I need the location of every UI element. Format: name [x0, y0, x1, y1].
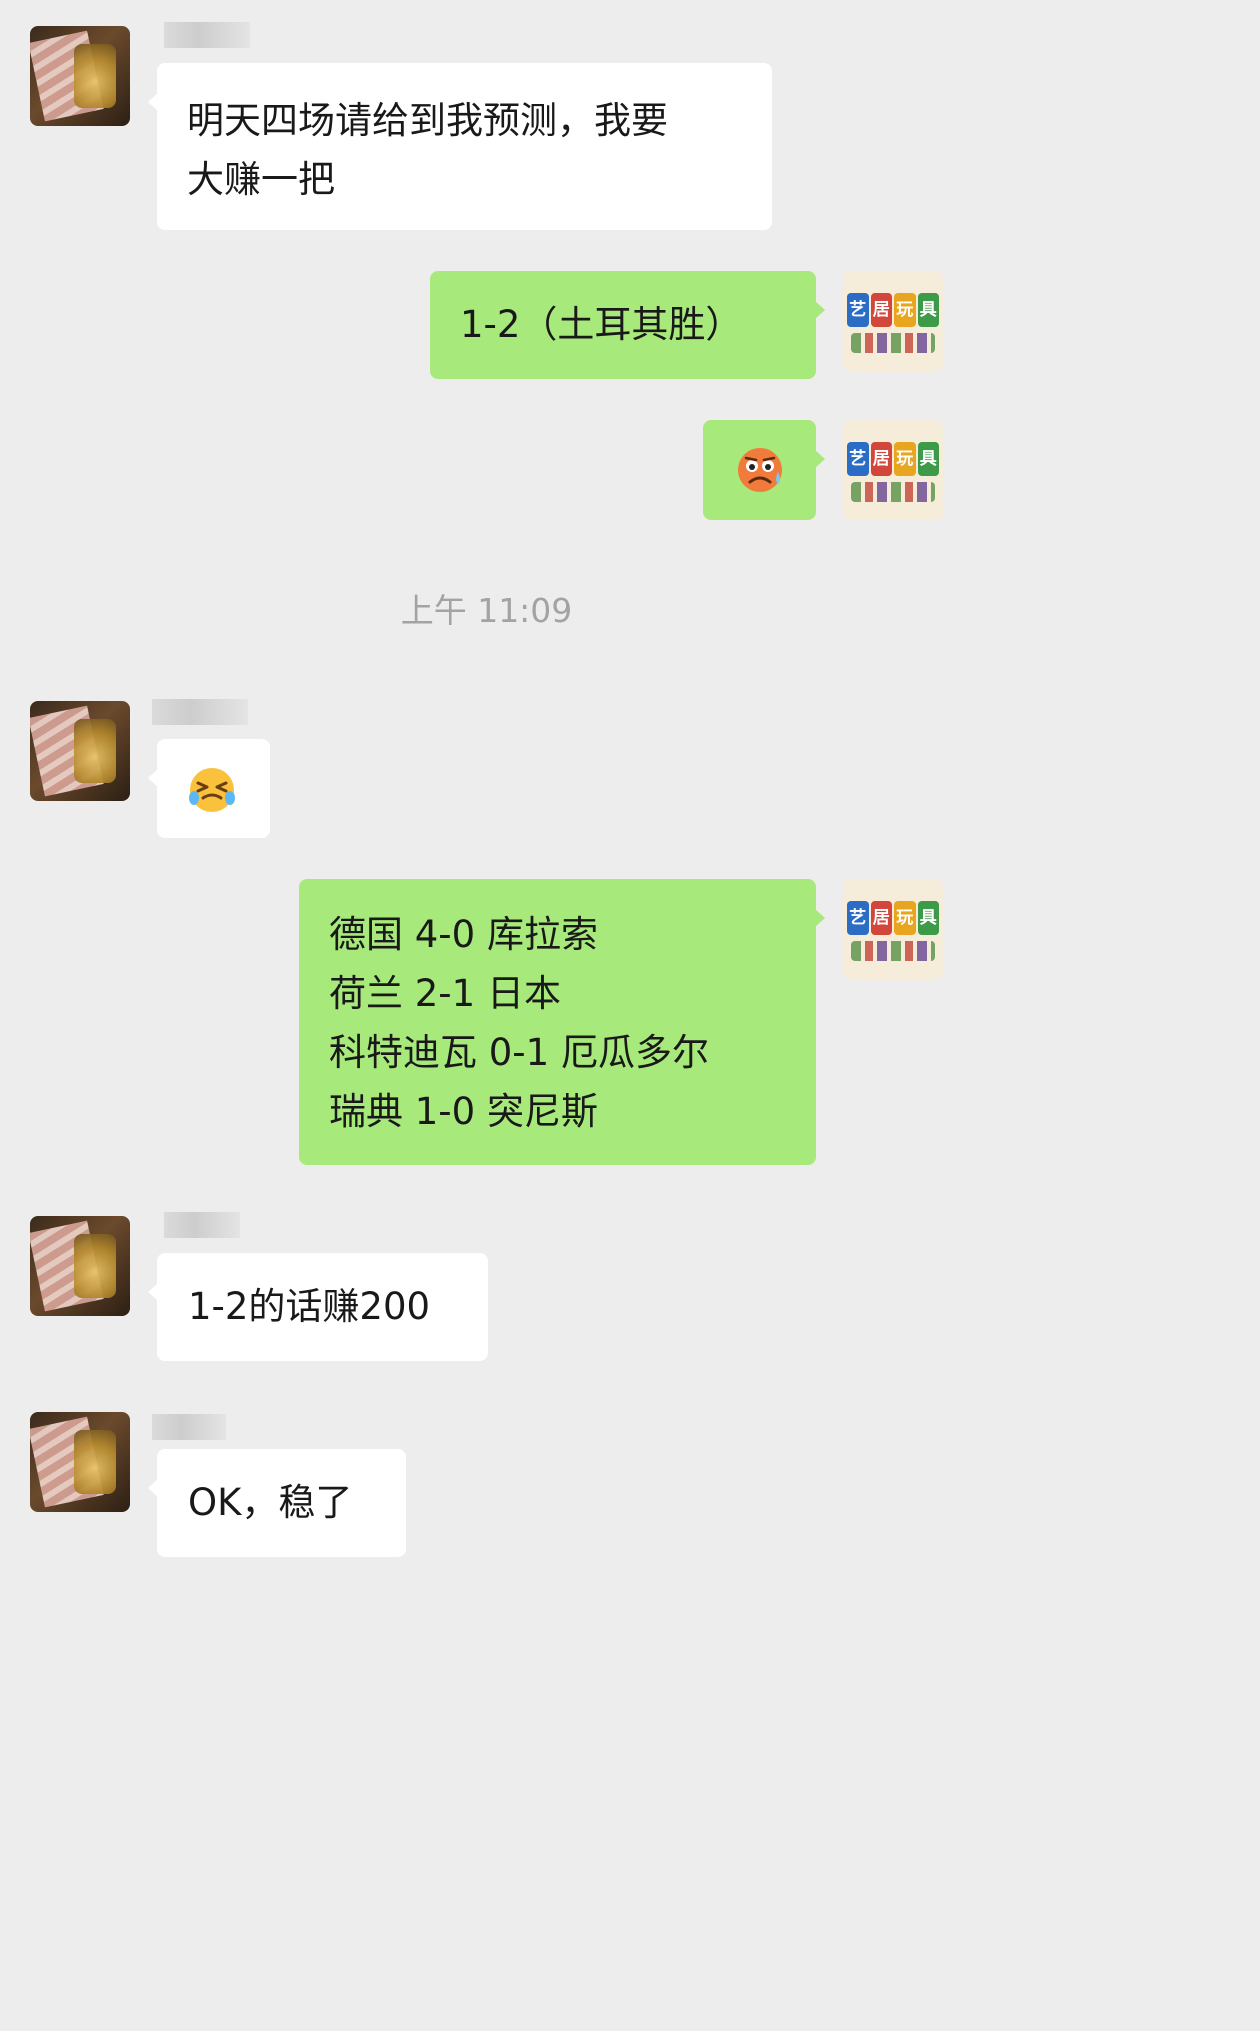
- message-bubble-7[interactable]: OK，稳了: [148, 1449, 406, 1557]
- contact-nickname-blurred: [164, 1212, 240, 1238]
- yiju-toys-logo-icon: 艺 居 玩 具: [847, 901, 939, 935]
- logo-tile: 居: [870, 442, 892, 476]
- contact-avatar[interactable]: [30, 1216, 130, 1316]
- toy-figures-graphic: [851, 333, 935, 353]
- logo-tile: 具: [917, 901, 939, 935]
- whiskey-glass-graphic: [74, 719, 116, 783]
- whiskey-glass-graphic: [74, 44, 116, 108]
- message-5-line-2: 荷兰 2-1 日本: [329, 972, 561, 1015]
- message-bubble-2[interactable]: 1-2（土耳其胜）: [430, 271, 825, 379]
- contact-nickname-blurred: [152, 699, 248, 725]
- message-1-line-1: 明天四场请给到我预测，我要: [187, 99, 668, 142]
- logo-tile: 玩: [894, 901, 916, 935]
- logo-tile: 玩: [894, 442, 916, 476]
- contact-nickname-blurred: [152, 1414, 226, 1440]
- self-avatar[interactable]: 艺 居 玩 具: [843, 271, 943, 371]
- logo-tile: 艺: [847, 293, 869, 327]
- whiskey-glass-graphic: [74, 1234, 116, 1298]
- message-bubble-5[interactable]: 德国 4-0 库拉索 荷兰 2-1 日本 科特迪瓦 0-1 厄瓜多尔 瑞典 1-…: [299, 879, 825, 1165]
- toy-figures-graphic: [851, 482, 935, 502]
- logo-tile: 艺: [847, 442, 869, 476]
- whiskey-glass-graphic: [74, 1430, 116, 1494]
- message-2-line-1: 1-2（土耳其胜）: [460, 303, 743, 346]
- message-1-line-2: 大赚一把: [187, 158, 335, 201]
- message-5-line-4: 瑞典 1-0 突尼斯: [329, 1090, 598, 1133]
- logo-tile: 玩: [894, 293, 916, 327]
- message-bubble-4[interactable]: [148, 739, 270, 838]
- message-6-line-1: 1-2的话赚200: [188, 1285, 431, 1328]
- yiju-toys-logo-icon: 艺 居 玩 具: [847, 442, 939, 476]
- grinning-squint-tears-face-icon: [189, 768, 235, 812]
- message-bubble-6[interactable]: 1-2的话赚200: [148, 1253, 488, 1361]
- logo-tile: 居: [870, 901, 892, 935]
- toy-figures-graphic: [851, 941, 935, 961]
- message-7-line-1: OK，稳了: [188, 1481, 353, 1524]
- contact-avatar[interactable]: [30, 1412, 130, 1512]
- self-avatar[interactable]: 艺 居 玩 具: [843, 879, 943, 979]
- contact-avatar[interactable]: [30, 26, 130, 126]
- logo-tile: 具: [917, 442, 939, 476]
- logo-tile: 具: [917, 293, 939, 327]
- message-timestamp: 上午 11:09: [400, 591, 573, 630]
- yiju-toys-logo-icon: 艺 居 玩 具: [847, 293, 939, 327]
- message-bubble-1[interactable]: 明天四场请给到我预测，我要 大赚一把: [148, 63, 772, 230]
- message-bubble-3[interactable]: [703, 420, 825, 520]
- logo-tile: 居: [870, 293, 892, 327]
- self-avatar[interactable]: 艺 居 玩 具: [843, 420, 943, 520]
- contact-nickname-blurred: [164, 22, 250, 48]
- message-5-line-3: 科特迪瓦 0-1 厄瓜多尔: [329, 1031, 709, 1074]
- logo-tile: 艺: [847, 901, 869, 935]
- message-5-line-1: 德国 4-0 库拉索: [329, 913, 598, 956]
- contact-avatar[interactable]: [30, 701, 130, 801]
- worried-sweat-face-icon: [738, 448, 782, 492]
